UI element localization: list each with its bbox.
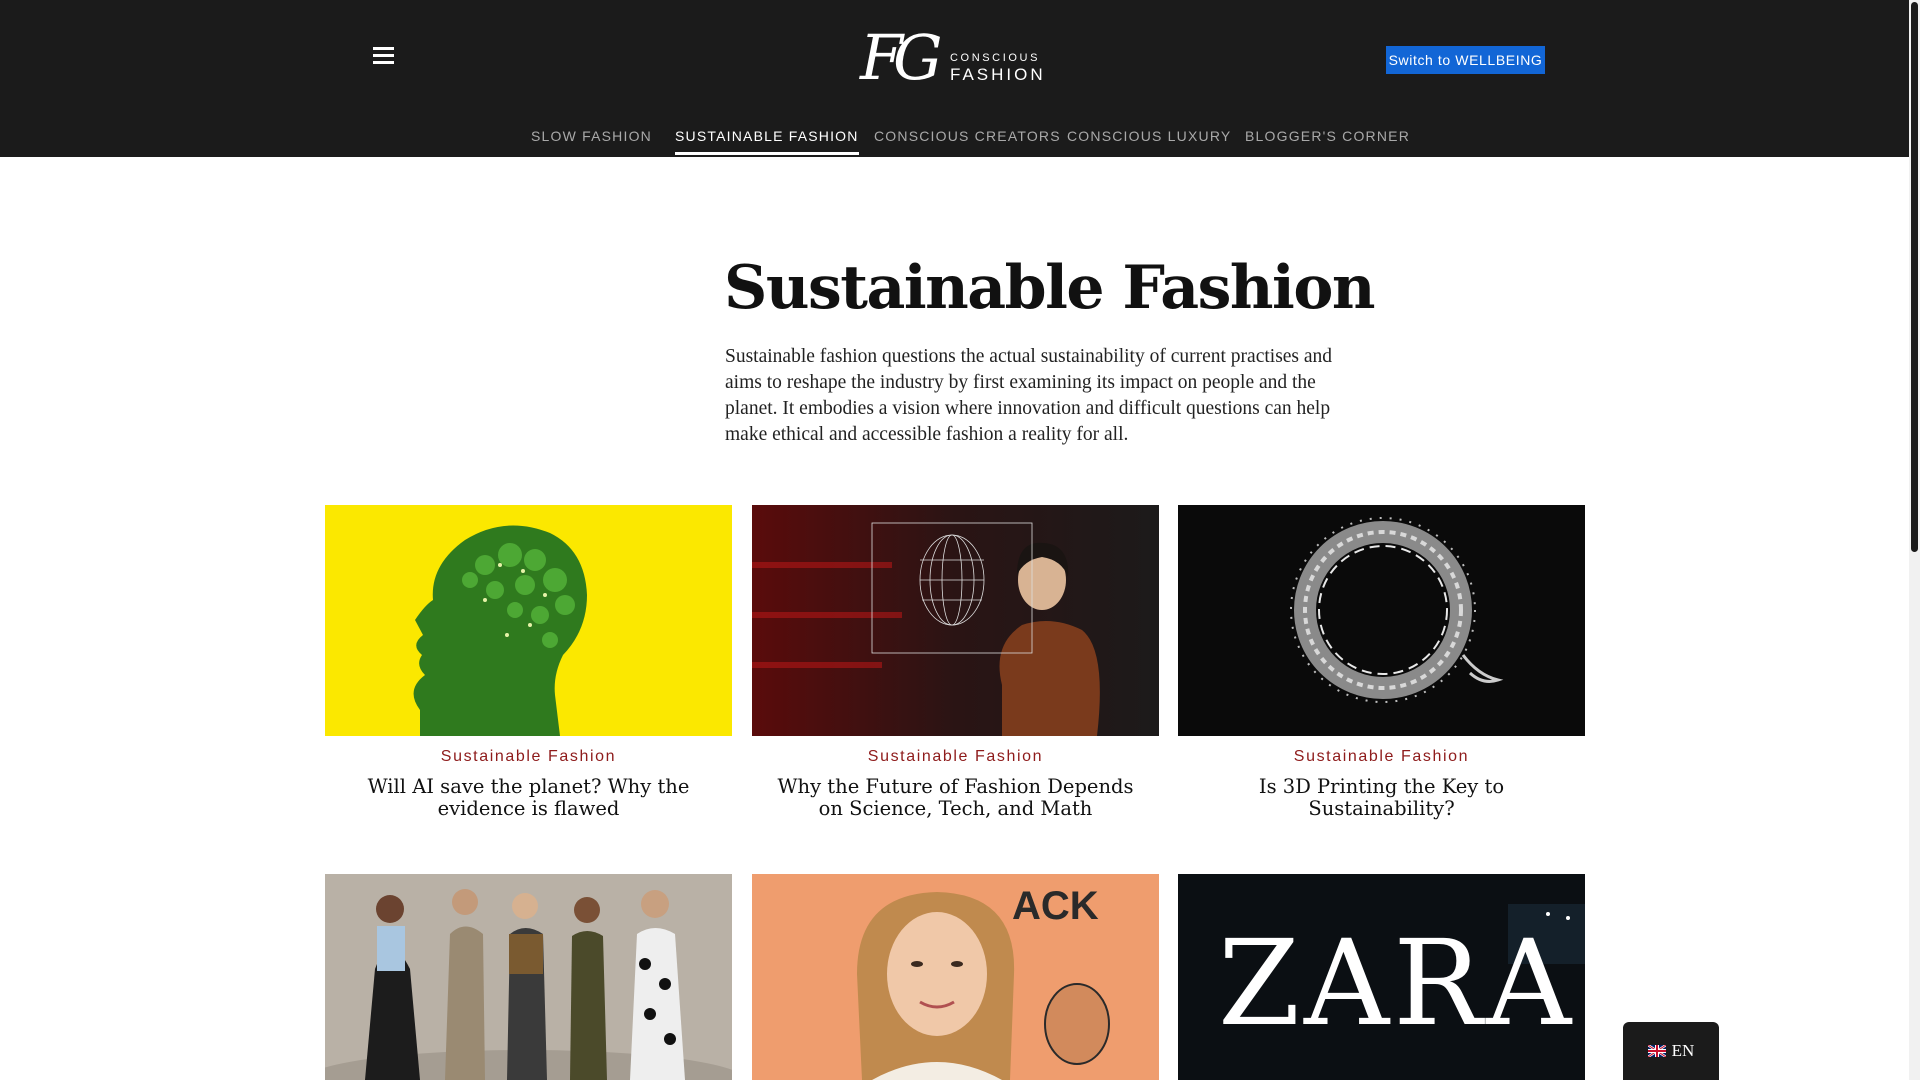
article-title[interactable]: Will AI save the planet? Why the evidenc… <box>325 776 732 820</box>
logo-line-2: FASHION <box>950 65 1046 84</box>
article-card[interactable]: ZARA <box>1178 874 1585 1080</box>
nav-item-bloggers-corner[interactable]: BLOGGER'S CORNER <box>1245 128 1410 157</box>
article-category[interactable]: Sustainable Fashion <box>752 748 1159 766</box>
article-image-future-fashion[interactable] <box>752 505 1159 736</box>
uk-flag-icon <box>1647 1045 1666 1057</box>
nav-item-conscious-creators[interactable]: CONSCIOUS CREATORS <box>874 128 1061 157</box>
page-scrollbar[interactable] <box>1909 0 1920 1080</box>
article-card[interactable] <box>325 874 732 1080</box>
site-header: FG CONSCIOUS FASHION Switch to WELLBEING… <box>0 0 1909 157</box>
svg-text:ACK: ACK <box>1012 884 1099 928</box>
article-image-zara-store[interactable]: ZARA <box>1178 874 1585 1080</box>
article-image-woman-portrait[interactable]: ACK <box>752 874 1159 1080</box>
article-title[interactable]: Is 3D Printing the Key to Sustainability… <box>1178 776 1585 820</box>
logo-line-1: CONSCIOUS <box>950 52 1041 64</box>
article-card[interactable]: Sustainable Fashion Is 3D Printing the K… <box>1178 505 1585 820</box>
switch-to-wellbeing-button[interactable]: Switch to WELLBEING <box>1386 46 1545 74</box>
page-intro: Sustainable fashion questions the actual… <box>725 346 1333 445</box>
article-image-3d-printing[interactable] <box>1178 505 1585 736</box>
article-category[interactable]: Sustainable Fashion <box>1178 748 1585 766</box>
article-title[interactable]: Why the Future of Fashion Depends on Sci… <box>752 776 1159 820</box>
main-nav: SLOW FASHION SUSTAINABLE FASHION CONSCIO… <box>0 128 1909 157</box>
zara-sign-text: ZARA <box>1218 914 1575 1052</box>
page-title: Sustainable Fashion <box>724 253 1375 323</box>
article-image-ai-planet[interactable] <box>325 505 732 736</box>
article-card[interactable]: Sustainable Fashion Why the Future of Fa… <box>752 505 1159 820</box>
hamburger-menu-icon[interactable] <box>372 47 396 67</box>
language-code: EN <box>1671 1041 1695 1060</box>
article-image-women-group[interactable] <box>325 874 732 1080</box>
nav-item-conscious-luxury[interactable]: CONSCIOUS LUXURY <box>1067 128 1231 157</box>
article-category[interactable]: Sustainable Fashion <box>325 748 732 766</box>
article-card[interactable]: ACK <box>752 874 1159 1080</box>
nav-item-sustainable-fashion[interactable]: SUSTAINABLE FASHION <box>675 128 859 157</box>
scrollbar-thumb[interactable] <box>1911 2 1918 552</box>
nav-item-slow-fashion[interactable]: SLOW FASHION <box>531 128 652 157</box>
logo-monogram: FG <box>860 21 942 94</box>
language-switcher[interactable]: EN <box>1623 1022 1719 1080</box>
article-card[interactable]: Sustainable Fashion Will AI save the pla… <box>325 505 732 820</box>
site-logo[interactable]: FG CONSCIOUS FASHION <box>860 22 1045 94</box>
